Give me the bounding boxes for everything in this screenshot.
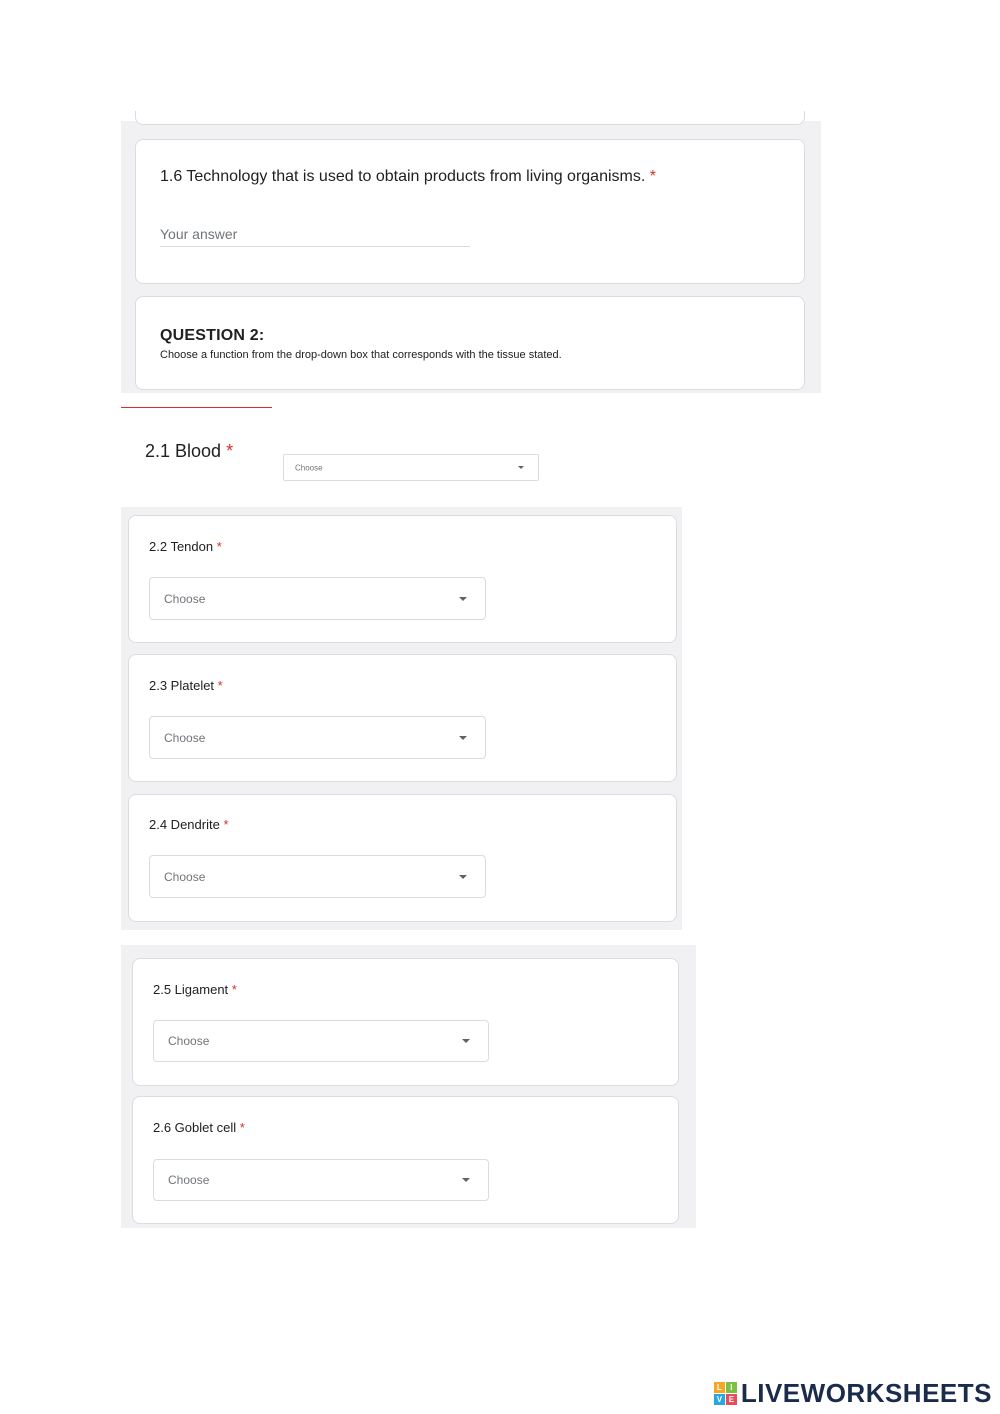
chevron-down-icon bbox=[518, 465, 524, 469]
question-card-2-2: 2.2 Tendon * Choose bbox=[128, 515, 677, 643]
required-asterisk: * bbox=[649, 168, 656, 185]
answer-input-1-6[interactable] bbox=[160, 226, 470, 247]
question-card-2-6: 2.6 Goblet cell * Choose bbox=[132, 1096, 679, 1224]
dropdown-selected-value: Choose bbox=[168, 1034, 210, 1048]
dropdown-2-1[interactable]: Choose bbox=[283, 454, 539, 481]
required-asterisk: * bbox=[216, 539, 222, 554]
dropdown-2-5[interactable]: Choose bbox=[153, 1020, 489, 1062]
section-card-question-2: QUESTION 2: Choose a function from the d… bbox=[135, 296, 805, 390]
question-title-2-6: 2.6 Goblet cell * bbox=[153, 1120, 245, 1135]
dropdown-2-4[interactable]: Choose bbox=[149, 855, 486, 898]
question-title-2-4: 2.4 Dendrite * bbox=[149, 817, 229, 832]
question-card-1-6: 1.6 Technology that is used to obtain pr… bbox=[135, 139, 805, 284]
dropdown-selected-value: Choose bbox=[164, 869, 206, 884]
chevron-down-icon bbox=[462, 1178, 470, 1182]
section-description: Choose a function from the drop-down box… bbox=[160, 349, 562, 361]
chevron-down-icon bbox=[459, 874, 467, 879]
required-asterisk: * bbox=[226, 441, 234, 461]
liveworksheets-logo: L I V E LIVEWORKSHEETS bbox=[713, 1377, 992, 1408]
dropdown-2-6[interactable]: Choose bbox=[153, 1159, 489, 1201]
chevron-down-icon bbox=[459, 596, 467, 601]
required-asterisk: * bbox=[231, 982, 237, 997]
question-card-2-3: 2.3 Platelet * Choose bbox=[128, 654, 677, 782]
chevron-down-icon bbox=[462, 1039, 470, 1043]
logo-mark-letter: L bbox=[713, 1381, 725, 1393]
logo-mark-letter: I bbox=[725, 1381, 737, 1393]
question-title-2-2: 2.2 Tendon * bbox=[149, 539, 222, 554]
form-panel-bottom: 2.5 Ligament * Choose 2.6 Goblet cell * … bbox=[121, 945, 696, 1228]
logo-mark-letter: E bbox=[725, 1393, 737, 1405]
form-panel-middle: 2.2 Tendon * Choose 2.3 Platelet * Choos… bbox=[121, 507, 682, 930]
dropdown-selected-value: Choose bbox=[164, 730, 206, 745]
question-card-2-4: 2.4 Dendrite * Choose bbox=[128, 794, 677, 922]
question-title-2-3: 2.3 Platelet * bbox=[149, 678, 223, 693]
dropdown-2-2[interactable]: Choose bbox=[149, 577, 486, 620]
logo-text: LIVEWORKSHEETS bbox=[740, 1377, 992, 1408]
dropdown-selected-value: Choose bbox=[168, 1173, 210, 1187]
logo-mark-letter: V bbox=[713, 1393, 725, 1405]
question-card-2-5: 2.5 Ligament * Choose bbox=[132, 958, 679, 1086]
question-title-2-5: 2.5 Ligament * bbox=[153, 982, 237, 997]
dropdown-2-3[interactable]: Choose bbox=[149, 716, 486, 759]
form-panel-top: 1.6 Technology that is used to obtain pr… bbox=[121, 111, 821, 393]
section-heading: QUESTION 2: bbox=[160, 327, 265, 344]
dropdown-selected-value: Choose bbox=[164, 591, 206, 606]
card-edge-top bbox=[135, 111, 805, 125]
question-title-1-6: 1.6 Technology that is used to obtain pr… bbox=[160, 168, 656, 185]
question-title-2-1: 2.1 Blood * bbox=[145, 441, 234, 461]
required-asterisk: * bbox=[217, 678, 223, 693]
section-divider bbox=[121, 407, 272, 408]
liveworksheets-logo-icon: L I V E bbox=[713, 1381, 737, 1405]
chevron-down-icon bbox=[459, 735, 467, 740]
required-asterisk: * bbox=[223, 817, 229, 832]
required-asterisk: * bbox=[239, 1120, 245, 1135]
dropdown-selected-value: Choose bbox=[295, 463, 323, 472]
